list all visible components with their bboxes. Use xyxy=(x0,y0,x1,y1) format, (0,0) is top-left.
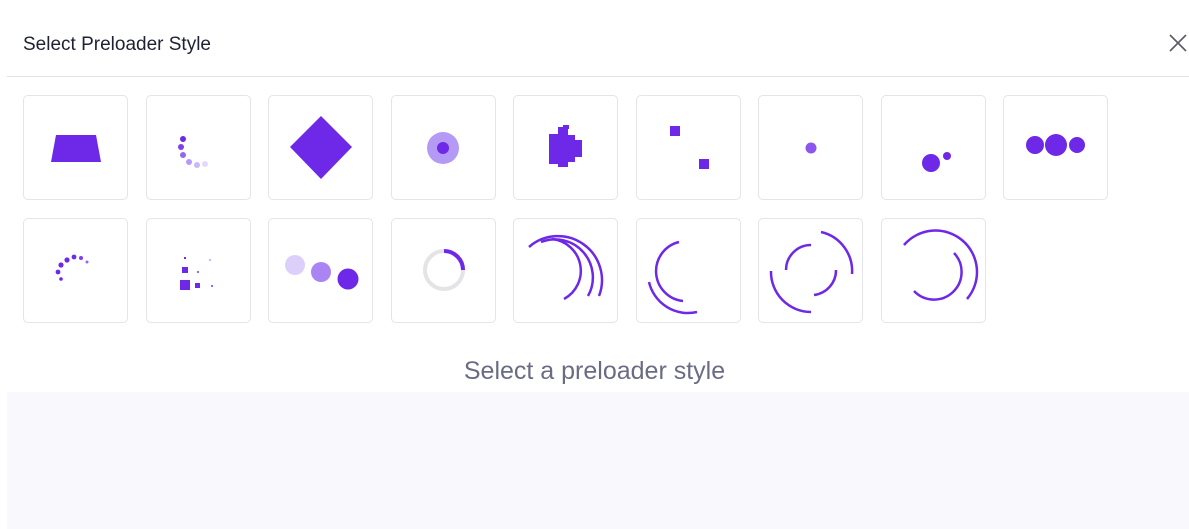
preloader-option-growing-dots[interactable] xyxy=(268,218,373,323)
preloader-option-single-dot[interactable] xyxy=(758,95,863,200)
status-message: Select a preloader style xyxy=(463,357,726,385)
single-dot-loader-icon xyxy=(805,142,817,154)
preloader-option-ring-spinner[interactable] xyxy=(391,218,496,323)
preloader-option-diamond[interactable] xyxy=(268,95,373,200)
preview-area xyxy=(7,392,1189,529)
diamond-loader-icon xyxy=(290,116,352,179)
scatter-squares-loader-icon xyxy=(180,257,213,290)
two-squares-loader-icon xyxy=(670,126,709,169)
pixel-blob-loader-icon xyxy=(549,125,582,167)
close-icon[interactable] xyxy=(1167,32,1189,54)
trapezoid-loader-icon xyxy=(51,135,101,162)
dots-arc-loader-icon xyxy=(178,136,208,168)
pulse-circle-loader-icon xyxy=(427,132,459,164)
open-arcs-loader-icon xyxy=(903,229,979,301)
dialog-title: Select Preloader Style xyxy=(23,34,211,55)
preloader-option-dot-spiral[interactable] xyxy=(23,218,128,323)
preloader-option-orbit-dots[interactable] xyxy=(881,95,986,200)
three-dots-loader-icon xyxy=(1026,134,1085,156)
preloader-option-dots-arc[interactable] xyxy=(146,95,251,200)
preloader-option-three-dots[interactable] xyxy=(1003,95,1108,200)
growing-dots-loader-icon xyxy=(285,255,359,290)
preloader-option-pixel-blob[interactable] xyxy=(513,95,618,200)
preloader-option-pulse-circle[interactable] xyxy=(391,95,496,200)
double-arc-loader-icon xyxy=(647,240,698,315)
orbit-dots-loader-icon xyxy=(922,152,951,172)
nested-arcs-loader-icon xyxy=(528,234,604,301)
preloader-option-dashed-ring[interactable] xyxy=(758,218,863,323)
dialog-header: Select Preloader Style xyxy=(7,0,1189,77)
preloader-option-nested-arcs[interactable] xyxy=(513,218,618,323)
dot-spiral-loader-icon xyxy=(55,254,89,281)
preloader-option-open-arcs[interactable] xyxy=(881,218,986,323)
dashed-ring-loader-icon xyxy=(769,230,854,314)
preloader-option-scatter-squares[interactable] xyxy=(146,218,251,323)
preloader-option-double-arc[interactable] xyxy=(636,218,741,323)
preloader-option-two-squares[interactable] xyxy=(636,95,741,200)
ring-spinner-loader-icon xyxy=(423,249,465,291)
preloader-option-trapezoid[interactable] xyxy=(23,95,128,200)
